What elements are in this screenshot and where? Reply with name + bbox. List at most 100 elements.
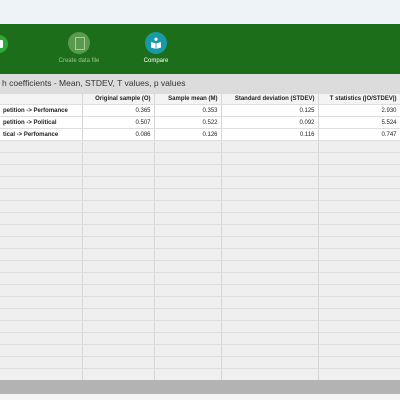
empty-cell: [318, 200, 400, 213]
empty-row: [0, 356, 400, 369]
empty-cell: [154, 212, 222, 225]
file-icon: [68, 32, 90, 54]
window-top-strip: [0, 0, 400, 24]
column-header-row-label: [0, 94, 83, 105]
empty-cell: [0, 284, 83, 297]
empty-cell: [318, 236, 400, 249]
empty-cell: [154, 164, 222, 177]
compare-button[interactable]: Compare: [121, 30, 191, 64]
empty-cell: [154, 176, 222, 189]
empty-cell: [221, 260, 319, 273]
empty-cell: [318, 344, 400, 357]
empty-cell: [318, 296, 400, 309]
empty-cell: [0, 248, 83, 261]
toolbar: Create data file Compare: [0, 24, 400, 74]
cell-stdev: 0.116: [221, 128, 319, 141]
empty-cell: [0, 308, 83, 321]
compare-label: Compare: [143, 58, 169, 64]
empty-rows: [0, 140, 400, 380]
empty-row: [0, 248, 400, 261]
empty-cell: [82, 140, 155, 153]
window-bottom-edge: [0, 394, 400, 400]
empty-row: [0, 272, 400, 285]
cell-original-sample: 0.086: [82, 128, 155, 141]
empty-cell: [0, 236, 83, 249]
empty-cell: [221, 224, 319, 237]
empty-cell: [154, 188, 222, 201]
empty-cell: [221, 212, 319, 225]
empty-row: [0, 212, 400, 225]
empty-cell: [221, 176, 319, 189]
empty-cell: [318, 152, 400, 165]
empty-cell: [221, 164, 319, 177]
empty-cell: [221, 188, 319, 201]
panel-title-bar: h coefficients - Mean, STDEV, T values, …: [0, 74, 400, 95]
empty-cell: [82, 272, 155, 285]
empty-cell: [0, 212, 83, 225]
empty-row: [0, 236, 400, 249]
column-header-sample-mean[interactable]: Sample mean (M): [154, 94, 222, 105]
cell-t-statistics: 0.747: [318, 128, 400, 141]
row-label: petition -> Perfomance: [0, 104, 83, 117]
create-data-file-button[interactable]: Create data file: [44, 30, 114, 64]
empty-cell: [221, 236, 319, 249]
empty-cell: [154, 344, 222, 357]
empty-cell: [221, 308, 319, 321]
empty-cell: [318, 332, 400, 345]
cell-sample-mean: 0.126: [154, 128, 222, 141]
empty-cell: [318, 176, 400, 189]
empty-cell: [154, 152, 222, 165]
empty-cell: [221, 152, 319, 165]
empty-cell: [154, 296, 222, 309]
empty-row: [0, 152, 400, 165]
empty-cell: [318, 260, 400, 273]
table-row[interactable]: petition -> Political 0.507 0.522 0.092 …: [0, 116, 400, 129]
empty-cell: [154, 368, 222, 380]
horizontal-scrollbar[interactable]: [0, 380, 400, 394]
empty-cell: [318, 356, 400, 369]
panel-title: h coefficients - Mean, STDEV, T values, …: [2, 78, 186, 88]
row-label: petition -> Political: [0, 116, 83, 129]
empty-row: [0, 344, 400, 357]
results-table: Original sample (O) Sample mean (M) Stan…: [0, 94, 400, 380]
empty-cell: [154, 200, 222, 213]
empty-cell: [318, 164, 400, 177]
empty-cell: [221, 272, 319, 285]
empty-cell: [318, 140, 400, 153]
empty-cell: [0, 332, 83, 345]
empty-cell: [221, 320, 319, 333]
create-data-file-label: Create data file: [58, 58, 100, 64]
empty-cell: [154, 308, 222, 321]
empty-cell: [221, 284, 319, 297]
empty-cell: [82, 320, 155, 333]
toolbar-left-icon[interactable]: [0, 35, 8, 53]
empty-cell: [318, 308, 400, 321]
empty-cell: [82, 212, 155, 225]
empty-cell: [82, 164, 155, 177]
empty-cell: [221, 332, 319, 345]
table-row[interactable]: petition -> Perfomance 0.365 0.353 0.125…: [0, 104, 400, 117]
column-header-stdev[interactable]: Standard deviation (STDEV): [221, 94, 319, 105]
empty-cell: [0, 272, 83, 285]
column-header-original-sample[interactable]: Original sample (O): [82, 94, 155, 105]
empty-cell: [0, 224, 83, 237]
empty-cell: [82, 356, 155, 369]
cell-stdev: 0.092: [221, 116, 319, 129]
empty-cell: [154, 224, 222, 237]
table-row[interactable]: tical -> Perfomance 0.086 0.126 0.116 0.…: [0, 128, 400, 141]
empty-cell: [82, 188, 155, 201]
empty-row: [0, 368, 400, 380]
cell-original-sample: 0.507: [82, 116, 155, 129]
empty-cell: [0, 344, 83, 357]
empty-row: [0, 176, 400, 189]
column-header-t-statistics[interactable]: T statistics (|O/STDEV|): [318, 94, 400, 105]
empty-cell: [82, 344, 155, 357]
empty-cell: [82, 236, 155, 249]
empty-cell: [154, 284, 222, 297]
empty-cell: [0, 320, 83, 333]
empty-row: [0, 308, 400, 321]
empty-cell: [318, 212, 400, 225]
empty-cell: [318, 188, 400, 201]
empty-cell: [154, 248, 222, 261]
row-label: tical -> Perfomance: [0, 128, 83, 141]
